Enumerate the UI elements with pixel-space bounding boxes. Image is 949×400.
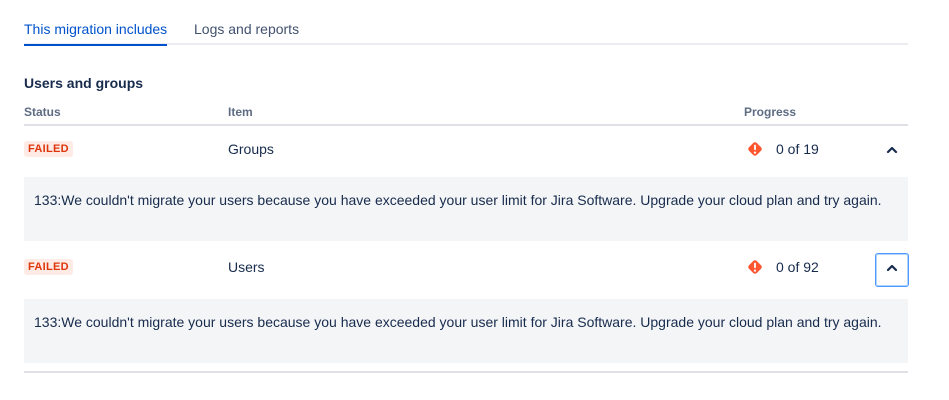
table-bottom-divider [24, 371, 908, 373]
item-name: Groups [228, 141, 274, 157]
progress-cell: 0 of 19 [746, 138, 819, 160]
chevron-up-icon [885, 261, 899, 280]
status-badge: FAILED [24, 141, 73, 157]
progress-count: 0 of 19 [776, 141, 819, 157]
collapse-toggle-button[interactable] [875, 135, 909, 169]
section-title: Users and groups [24, 75, 144, 91]
error-message-panel: 133:We couldn't migrate your users becau… [24, 177, 908, 241]
table-row: FAILED Groups 0 of 19 [24, 126, 908, 178]
item-name: Users [228, 259, 265, 275]
warning-icon [746, 140, 764, 158]
error-message: 133:We couldn't migrate your users becau… [34, 192, 882, 208]
tab-this-migration-includes[interactable]: This migration includes [24, 20, 168, 46]
migration-details-page: This migration includes Logs and reports… [0, 0, 949, 400]
collapse-toggle-button[interactable] [875, 253, 909, 287]
header-progress: Progress [744, 105, 797, 119]
table-header: Status Item Progress [24, 104, 908, 126]
progress-cell: 0 of 92 [746, 256, 819, 278]
table-row: FAILED Users 0 of 92 [24, 244, 909, 296]
chevron-up-icon [885, 143, 899, 162]
warning-icon [746, 258, 764, 276]
header-item: Item [228, 105, 253, 119]
status-badge: FAILED [24, 259, 73, 275]
error-message-panel: 133:We couldn't migrate your users becau… [24, 299, 908, 363]
tab-logs-and-reports[interactable]: Logs and reports [194, 20, 299, 38]
progress-count: 0 of 92 [776, 259, 819, 275]
error-message: 133:We couldn't migrate your users becau… [34, 314, 882, 330]
header-status: Status [24, 105, 61, 119]
tab-bar: This migration includes Logs and reports [24, 0, 908, 46]
